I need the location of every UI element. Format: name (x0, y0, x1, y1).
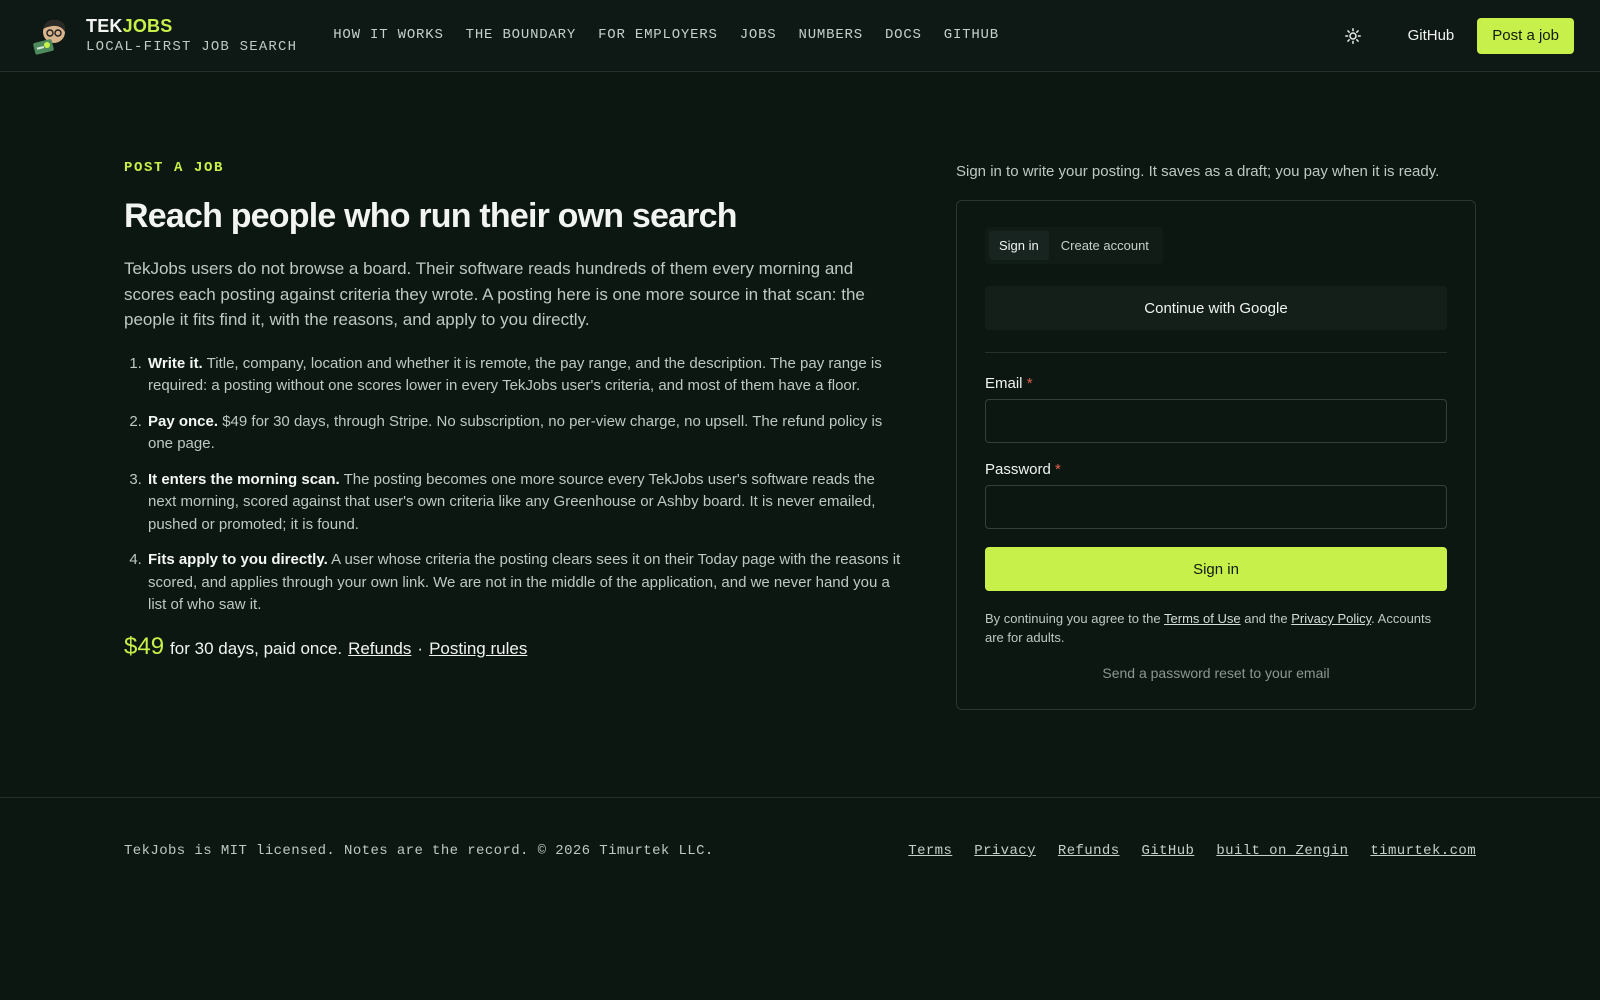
refunds-link[interactable]: Refunds (348, 639, 411, 659)
nav-for-employers[interactable]: FOR EMPLOYERS (598, 27, 718, 43)
footer-link-github[interactable]: GitHub (1142, 843, 1195, 859)
legal-and: and the (1244, 611, 1288, 626)
legal-notice: By continuing you agree to the Terms of … (985, 609, 1447, 647)
auth-intro: Sign in to write your posting. It saves … (956, 163, 1440, 180)
lead-paragraph: TekJobs users do not browse a board. The… (124, 259, 865, 329)
nav-the-boundary[interactable]: THE BOUNDARY (466, 27, 576, 43)
auth-card: Sign in Create account Continue with Goo… (956, 200, 1476, 710)
page-title: Reach people who run their own search (124, 197, 738, 235)
brand-name-prefix: TEK (86, 15, 123, 36)
auth-section: Sign in to write your posting. It saves … (956, 162, 1476, 710)
privacy-policy-link[interactable]: Privacy Policy (1291, 611, 1371, 626)
top-bar: TEKJOBS LOCAL-FIRST JOB SEARCH HOW IT WO… (0, 0, 1600, 72)
footer-link-refunds[interactable]: Refunds (1058, 843, 1120, 859)
nav-jobs[interactable]: JOBS (740, 27, 777, 43)
password-reset-link[interactable]: Send a password reset to your email (985, 665, 1447, 681)
footer-links: Terms Privacy Refunds GitHub built on Ze… (908, 843, 1476, 859)
price-amount: $49 (124, 632, 165, 660)
email-required-mark: * (1026, 375, 1033, 392)
post-job-button[interactable]: Post a job (1477, 17, 1574, 54)
theme-toggle-button[interactable] (1338, 21, 1368, 51)
brand-name: TEKJOBS (86, 17, 297, 35)
footer-link-timurtek[interactable]: timurtek.com (1370, 843, 1476, 859)
step-item: Fits apply to you directly. A user whose… (146, 549, 902, 617)
continue-with-google-button[interactable]: Continue with Google (985, 286, 1447, 330)
header-actions: GitHub Post a job (1338, 17, 1574, 54)
footer-link-zengin[interactable]: built on Zengin (1216, 843, 1348, 859)
header-github-link[interactable]: GitHub (1408, 27, 1455, 44)
main-nav: HOW IT WORKS THE BOUNDARY FOR EMPLOYERS … (333, 27, 999, 43)
price-line: $49 for 30 days, paid once. Refunds · Po… (124, 633, 902, 661)
step-body: $49 for 30 days, through Stripe. No subs… (148, 412, 883, 453)
brand-tagline: LOCAL-FIRST JOB SEARCH (86, 38, 298, 55)
divider (985, 352, 1447, 353)
main-content: POST A JOB Reach people who run their ow… (0, 72, 1600, 797)
brand[interactable]: TEKJOBS LOCAL-FIRST JOB SEARCH (30, 15, 297, 57)
terms-of-use-link[interactable]: Terms of Use (1164, 611, 1241, 626)
footer-link-terms[interactable]: Terms (908, 843, 952, 859)
step-title: It enters the morning scan. (148, 470, 340, 488)
nav-how-it-works[interactable]: HOW IT WORKS (333, 27, 443, 43)
price-text: for 30 days, paid once. (170, 638, 343, 658)
password-required-mark: * (1055, 461, 1061, 478)
steps-list: Write it. Title, company, location and w… (124, 353, 902, 617)
password-label: Password * (985, 461, 1447, 478)
nav-github[interactable]: GITHUB (944, 27, 999, 43)
step-item: Pay once. $49 for 30 days, through Strip… (146, 411, 902, 456)
sun-icon (1344, 27, 1361, 44)
footer-text: TekJobs is MIT licensed. Notes are the r… (124, 843, 714, 859)
password-label-text: Password (985, 461, 1051, 478)
auth-tabs: Sign in Create account (985, 227, 1163, 264)
step-body: Title, company, location and whether it … (148, 354, 882, 395)
footer: TekJobs is MIT licensed. Notes are the r… (0, 797, 1600, 1000)
tab-sign-in[interactable]: Sign in (989, 231, 1049, 260)
posting-rules-link[interactable]: Posting rules (429, 639, 527, 659)
footer-link-privacy[interactable]: Privacy (974, 843, 1036, 859)
step-title: Write it. (148, 354, 203, 372)
brand-name-suffix: JOBS (122, 15, 173, 36)
nav-numbers[interactable]: NUMBERS (799, 27, 863, 43)
brand-logo-icon (33, 19, 66, 55)
post-job-section: POST A JOB Reach people who run their ow… (124, 160, 902, 661)
password-field[interactable] (985, 485, 1447, 529)
tab-create-account[interactable]: Create account (1051, 231, 1159, 260)
step-item: Write it. Title, company, location and w… (146, 353, 902, 398)
email-label: Email * (985, 375, 1447, 392)
step-title: Fits apply to you directly. (148, 551, 328, 568)
legal-prefix: By continuing you agree to the (985, 611, 1161, 626)
email-field[interactable] (985, 399, 1447, 443)
step-item: It enters the morning scan. The posting … (146, 469, 902, 537)
step-title: Pay once. (148, 412, 219, 430)
price-separator: · (417, 638, 424, 658)
email-label-text: Email (985, 375, 1023, 392)
eyebrow: POST A JOB (124, 160, 225, 176)
nav-docs[interactable]: DOCS (885, 27, 922, 43)
sign-in-button[interactable]: Sign in (985, 547, 1447, 591)
